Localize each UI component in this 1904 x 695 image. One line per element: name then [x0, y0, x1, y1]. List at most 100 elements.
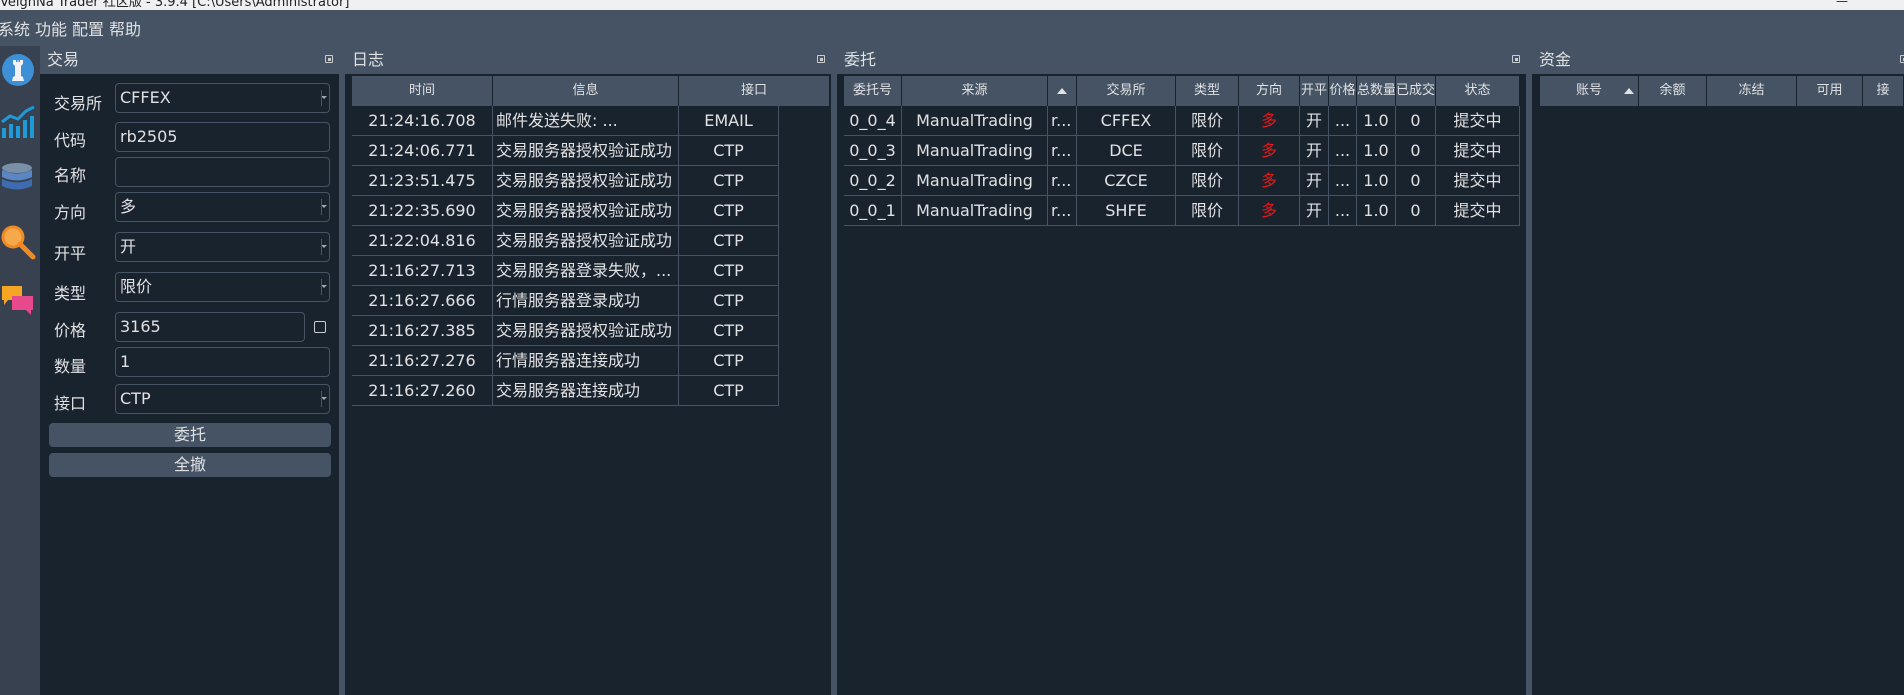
log-cell-time[interactable]: 21:22:04.816 [352, 226, 493, 256]
order-cell-type[interactable]: 限价 [1176, 166, 1239, 196]
order-col-exchange[interactable]: 交易所 [1077, 76, 1176, 106]
log-cell-gateway[interactable]: CTP [679, 346, 779, 376]
minimize-icon[interactable]: — [1836, 0, 1848, 8]
order-cell-id[interactable]: 0_0_4 [844, 106, 902, 136]
order-cell-exchange[interactable]: DCE [1077, 136, 1176, 166]
order-cell-symbol[interactable]: r... [1048, 166, 1077, 196]
log-cell-msg[interactable]: 交易服务器登录失败，... [493, 256, 679, 286]
log-col-gateway[interactable]: 接口 [679, 76, 830, 106]
log-cell-time[interactable]: 21:24:06.771 [352, 136, 493, 166]
direction-combo[interactable]: 多 [115, 192, 330, 222]
log-cell-gateway[interactable]: CTP [679, 316, 779, 346]
gateway-combo[interactable]: CTP [115, 384, 330, 414]
order-cell-id[interactable]: 0_0_3 [844, 136, 902, 166]
log-col-time[interactable]: 时间 [352, 76, 493, 106]
account-col-available[interactable]: 可用 [1797, 76, 1863, 106]
float-dock-icon[interactable] [817, 55, 825, 63]
offset-combo[interactable]: 开 [115, 232, 330, 262]
order-cell-direction[interactable]: 多 [1239, 136, 1300, 166]
order-cell-symbol[interactable]: r... [1048, 106, 1077, 136]
order-cell-offset[interactable]: 开 [1300, 166, 1329, 196]
order-cell-type[interactable]: 限价 [1176, 196, 1239, 226]
log-cell-msg[interactable]: 交易服务器授权验证成功 [493, 196, 679, 226]
log-cell-time[interactable]: 21:16:27.276 [352, 346, 493, 376]
database-icon[interactable] [0, 158, 36, 198]
order-cell-traded[interactable]: 0 [1396, 136, 1436, 166]
order-cell-exchange[interactable]: SHFE [1077, 196, 1176, 226]
menu-function[interactable]: 功能 [35, 16, 72, 40]
order-cell-symbol[interactable]: r... [1048, 136, 1077, 166]
order-cell-status[interactable]: 提交中 [1436, 106, 1520, 136]
log-cell-gateway[interactable]: CTP [679, 166, 779, 196]
symbol-input[interactable]: rb2505 [115, 122, 330, 152]
order-col-status[interactable]: 状态 [1436, 76, 1520, 106]
order-cell-direction[interactable]: 多 [1239, 196, 1300, 226]
log-cell-msg[interactable]: 交易服务器授权验证成功 [493, 136, 679, 166]
log-cell-time[interactable]: 21:22:35.690 [352, 196, 493, 226]
order-col-source[interactable]: 来源 [902, 76, 1048, 106]
order-type-combo[interactable]: 限价 [115, 272, 330, 302]
account-col-balance[interactable]: 余额 [1639, 76, 1707, 106]
order-cell-status[interactable]: 提交中 [1436, 136, 1520, 166]
order-cell-volume[interactable]: 1.0 [1357, 136, 1396, 166]
order-cell-direction[interactable]: 多 [1239, 106, 1300, 136]
price-input[interactable]: 3165 [115, 312, 305, 342]
order-cell-traded[interactable]: 0 [1396, 106, 1436, 136]
log-cell-time[interactable]: 21:16:27.713 [352, 256, 493, 286]
log-cell-gateway[interactable]: CTP [679, 196, 779, 226]
log-cell-time[interactable]: 21:24:16.708 [352, 106, 493, 136]
trading-chess-icon[interactable] [0, 50, 36, 90]
order-col-direction[interactable]: 方向 [1239, 76, 1300, 106]
order-cell-status[interactable]: 提交中 [1436, 196, 1520, 226]
order-cell-offset[interactable]: 开 [1300, 196, 1329, 226]
order-cell-price[interactable]: ... [1329, 136, 1357, 166]
log-cell-msg[interactable]: 行情服务器连接成功 [493, 346, 679, 376]
order-col-price[interactable]: 价格 [1329, 76, 1357, 106]
log-cell-gateway[interactable]: CTP [679, 286, 779, 316]
log-cell-time[interactable]: 21:16:27.385 [352, 316, 493, 346]
log-cell-time[interactable]: 21:16:27.666 [352, 286, 493, 316]
order-cell-status[interactable]: 提交中 [1436, 166, 1520, 196]
order-cell-type[interactable]: 限价 [1176, 136, 1239, 166]
order-col-offset[interactable]: 开平 [1300, 76, 1329, 106]
chat-icon[interactable] [0, 278, 36, 318]
log-cell-msg[interactable]: 交易服务器授权验证成功 [493, 226, 679, 256]
order-cell-source[interactable]: ManualTrading [902, 136, 1048, 166]
order-cell-volume[interactable]: 1.0 [1357, 196, 1396, 226]
menu-config[interactable]: 配置 [72, 16, 109, 40]
order-cell-symbol[interactable]: r... [1048, 196, 1077, 226]
order-cell-direction[interactable]: 多 [1239, 166, 1300, 196]
account-col-id[interactable]: 账号 [1540, 76, 1639, 106]
log-cell-gateway[interactable]: CTP [679, 256, 779, 286]
name-input[interactable] [115, 157, 330, 187]
log-col-msg[interactable]: 信息 [493, 76, 679, 106]
log-cell-time[interactable]: 21:23:51.475 [352, 166, 493, 196]
menu-system[interactable]: 系统 [0, 16, 35, 40]
order-cell-source[interactable]: ManualTrading [902, 196, 1048, 226]
order-cell-source[interactable]: ManualTrading [902, 166, 1048, 196]
order-cell-exchange[interactable]: CFFEX [1077, 106, 1176, 136]
send-order-button[interactable]: 委托 [49, 423, 331, 447]
order-cell-id[interactable]: 0_0_2 [844, 166, 902, 196]
order-cell-offset[interactable]: 开 [1300, 106, 1329, 136]
order-cell-price[interactable]: ... [1329, 166, 1357, 196]
order-cell-volume[interactable]: 1.0 [1357, 106, 1396, 136]
order-col-volume[interactable]: 总数量 [1357, 76, 1396, 106]
menu-help[interactable]: 帮助 [109, 16, 146, 40]
order-col-type[interactable]: 类型 [1176, 76, 1239, 106]
chart-icon[interactable] [0, 102, 36, 142]
log-cell-time[interactable]: 21:16:27.260 [352, 376, 493, 406]
log-cell-msg[interactable]: 行情服务器登录成功 [493, 286, 679, 316]
order-cell-type[interactable]: 限价 [1176, 106, 1239, 136]
float-dock-icon[interactable] [1512, 55, 1520, 63]
order-col-id[interactable]: 委托号 [844, 76, 902, 106]
order-cell-id[interactable]: 0_0_1 [844, 196, 902, 226]
log-cell-gateway[interactable]: CTP [679, 376, 779, 406]
search-icon[interactable] [0, 222, 36, 262]
order-cell-price[interactable]: ... [1329, 196, 1357, 226]
volume-input[interactable]: 1 [115, 347, 330, 377]
log-cell-gateway[interactable]: CTP [679, 226, 779, 256]
log-cell-msg[interactable]: 交易服务器授权验证成功 [493, 316, 679, 346]
order-cell-price[interactable]: ... [1329, 106, 1357, 136]
order-cell-volume[interactable]: 1.0 [1357, 166, 1396, 196]
